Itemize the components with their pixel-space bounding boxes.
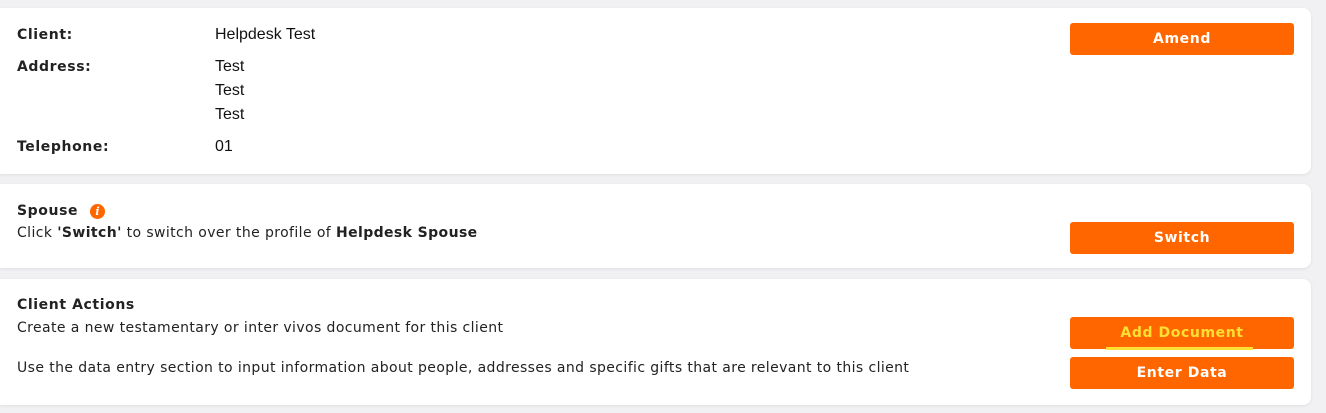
add-document-description: Create a new testamentary or inter vivos… [17,320,504,336]
spouse-name: Helpdesk Spouse [335,225,478,241]
spouse-text-prefix: Click [17,225,58,241]
spouse-text-middle: to switch over the profile of [121,225,336,241]
telephone-label: Telephone: [17,139,110,155]
switch-keyword: 'Switch' [57,225,122,241]
add-document-button[interactable]: Add Document [1070,317,1294,350]
address-line-3: Test [215,106,245,123]
enter-data-button[interactable]: Enter Data [1070,357,1294,389]
data-entry-description: Use the data entry section to input info… [17,360,910,376]
spouse-switch-description: Click 'Switch' to switch over the profil… [17,225,478,241]
spouse-card: Spouse i Click 'Switch' to switch over t… [0,184,1311,268]
amend-button[interactable]: Amend [1070,23,1294,55]
client-details-card: Client: Helpdesk Test Address: Test Test… [0,8,1311,174]
client-value: Helpdesk Test [215,26,316,43]
switch-button[interactable]: Switch [1070,222,1294,254]
client-actions-title: Client Actions [17,297,135,313]
telephone-value: 01 [215,138,233,155]
address-line-2: Test [215,82,245,99]
address-line-1: Test [215,58,245,75]
info-icon[interactable]: i [90,204,105,219]
address-label: Address: [17,59,92,75]
add-document-label: Add Document [1120,325,1244,341]
client-label: Client: [17,27,73,43]
spouse-title: Spouse [17,203,79,219]
client-actions-card: Client Actions Create a new testamentary… [0,279,1311,405]
add-document-underline [1106,347,1253,350]
